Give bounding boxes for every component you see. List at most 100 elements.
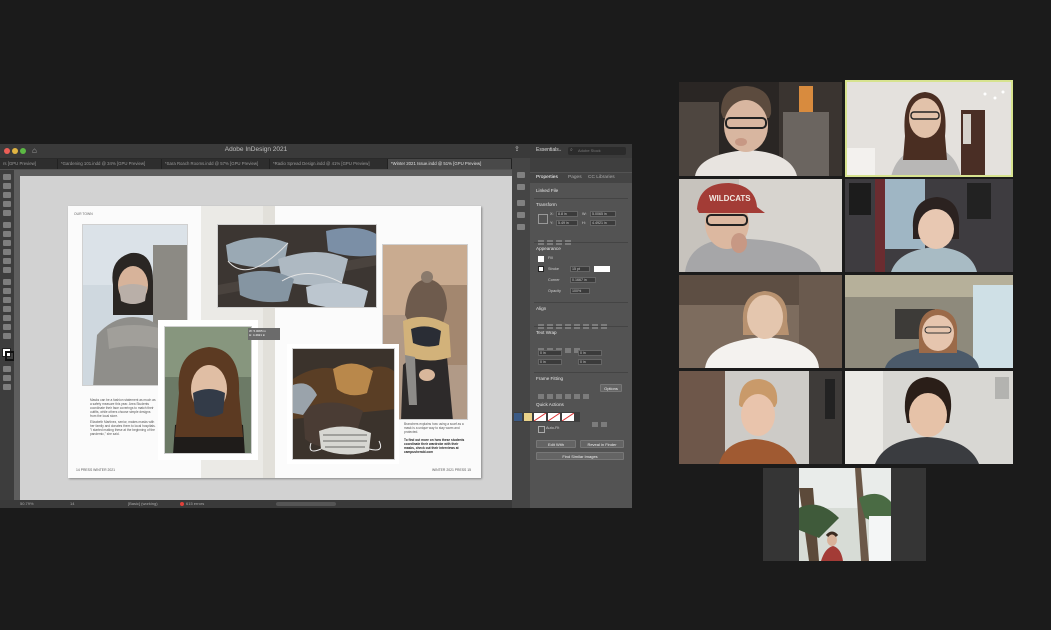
width-field[interactable]: 5.0065 in bbox=[590, 211, 616, 217]
page-number[interactable]: 14 bbox=[70, 500, 74, 508]
preflight-errors[interactable]: 615 errors bbox=[186, 500, 204, 508]
height-field[interactable]: 4.4921 in bbox=[590, 220, 616, 226]
opacity-field[interactable]: 100% bbox=[570, 288, 590, 294]
gradient-tool-icon[interactable] bbox=[3, 297, 11, 303]
pasteboard: OUR TOWN W: 5.0065 in H: 4.4921 in Masks… bbox=[20, 176, 512, 500]
divider bbox=[534, 242, 628, 243]
photo-clothes-and-mask[interactable] bbox=[292, 348, 395, 460]
auto-fit-checkbox[interactable] bbox=[538, 426, 545, 433]
corner-radius-field[interactable]: 0.1667 in bbox=[570, 277, 596, 283]
error-indicator-icon bbox=[180, 502, 184, 506]
stroke-weight-field[interactable]: 15 pt bbox=[570, 266, 590, 272]
transform-heading: Transform bbox=[536, 202, 557, 207]
zoom-level[interactable]: 50.79% bbox=[20, 500, 34, 508]
hand-tool-icon[interactable] bbox=[3, 324, 11, 330]
formatting-affects-container-icon[interactable] bbox=[3, 366, 11, 372]
selection-tool-icon[interactable] bbox=[3, 174, 11, 180]
preflight-profile[interactable]: [Basic] (working) bbox=[128, 500, 158, 508]
rectangle-frame-tool-icon[interactable] bbox=[3, 258, 11, 264]
doc-tab-active[interactable]: *Winter 2021 Issue.indd @ 51% [GPU Previ… bbox=[388, 159, 512, 169]
find-similar-images-button[interactable]: Find Similar Images bbox=[536, 452, 624, 460]
participant-video[interactable] bbox=[679, 82, 842, 176]
page-spread: OUR TOWN W: 5.0065 in H: 4.4921 in Masks… bbox=[68, 206, 481, 478]
transform-readout: W: 5.0065 in H: 4.4921 in bbox=[248, 328, 280, 340]
photo-masks-on-table[interactable] bbox=[217, 224, 377, 308]
tab-properties[interactable]: Properties bbox=[536, 175, 558, 180]
appearance-heading: Appearance bbox=[536, 246, 561, 251]
doc-tab[interactable]: *Gardening 101.indd @ 34% [GPU Preview] bbox=[58, 159, 162, 169]
pen-tool-icon[interactable] bbox=[3, 240, 11, 246]
fill-label: Fill bbox=[548, 256, 553, 260]
apply-color-icon[interactable] bbox=[3, 375, 11, 381]
swatches-icon[interactable] bbox=[517, 212, 525, 218]
participant-video[interactable] bbox=[845, 371, 1013, 464]
fill-swatch[interactable] bbox=[538, 256, 544, 262]
reference-point-icon[interactable] bbox=[538, 214, 548, 224]
photo-girl-dark-mask[interactable] bbox=[164, 326, 252, 454]
participant-video-active-speaker[interactable] bbox=[845, 80, 1013, 177]
stock-search-input[interactable]: Adobe Stock bbox=[568, 147, 626, 155]
links-icon[interactable] bbox=[517, 184, 525, 190]
divider bbox=[534, 372, 628, 373]
body-text-left: Masks can be a fashion statement as much… bbox=[90, 398, 156, 418]
chevron-down-icon[interactable]: ⌄ bbox=[558, 147, 562, 153]
rectangle-tool-icon[interactable] bbox=[3, 267, 11, 273]
zoom-tool-icon[interactable] bbox=[3, 333, 11, 339]
divider bbox=[534, 326, 628, 327]
properties-panel: Properties Pages CC Libraries Linked Fil… bbox=[514, 158, 632, 508]
x-field[interactable]: 8.8 in bbox=[556, 211, 578, 217]
frame-fitting-heading: Frame Fitting bbox=[536, 376, 564, 381]
body-text-left-2: Elizabeth Martinez, senior, makes masks … bbox=[90, 420, 156, 436]
participant-video[interactable] bbox=[845, 179, 1013, 272]
screen-mode-icon[interactable] bbox=[3, 384, 11, 390]
panel-tabs: Properties Pages CC Libraries bbox=[530, 173, 632, 183]
workspace-switcher[interactable]: Essentials bbox=[536, 147, 559, 153]
participant-video[interactable] bbox=[679, 371, 842, 464]
panel-header bbox=[530, 158, 632, 172]
stroke-icon[interactable] bbox=[517, 200, 525, 206]
free-transform-tool-icon[interactable] bbox=[3, 288, 11, 294]
edit-with-button[interactable]: Edit With bbox=[536, 440, 576, 448]
participant-video[interactable] bbox=[845, 275, 1013, 368]
line-tool-icon[interactable] bbox=[3, 231, 11, 237]
panel-icon-strip bbox=[512, 158, 530, 508]
gap-tool-icon[interactable] bbox=[3, 201, 11, 207]
wrap-offset-bottom[interactable]: 0 in bbox=[538, 359, 562, 365]
yellow-swatch[interactable] bbox=[524, 413, 532, 421]
reveal-in-finder-button[interactable]: Reveal in Finder bbox=[580, 440, 624, 448]
direct-selection-tool-icon[interactable] bbox=[3, 183, 11, 189]
doc-tab[interactable]: *Sara Roach Rooms.indd @ 57% [GPU Previe… bbox=[162, 159, 270, 169]
doc-tab[interactable]: rs [GPU Preview] bbox=[0, 159, 58, 169]
swatch-strip bbox=[514, 412, 580, 422]
page-tool-icon[interactable] bbox=[3, 192, 11, 198]
layers-icon[interactable] bbox=[517, 172, 525, 178]
indesign-window: ⌂ Adobe InDesign 2021 ⇪ Essentials ⌄ Ado… bbox=[0, 144, 632, 508]
doc-tab[interactable]: *Radio Spread Design.indd @ 41% [GPU Pre… bbox=[270, 159, 388, 169]
blue-swatch[interactable] bbox=[514, 413, 522, 421]
frame-fitting-options-button[interactable]: Options bbox=[600, 384, 622, 392]
tab-cc-libraries[interactable]: CC Libraries bbox=[588, 175, 615, 180]
scissors-tool-icon[interactable] bbox=[3, 279, 11, 285]
tab-pages[interactable]: Pages bbox=[568, 175, 582, 180]
content-collector-icon[interactable] bbox=[3, 210, 11, 216]
wrap-offset-left[interactable]: 0 in bbox=[578, 359, 602, 365]
participant-video[interactable]: WILDCATS bbox=[679, 179, 842, 272]
quick-action-icons[interactable] bbox=[592, 414, 610, 432]
type-tool-icon[interactable] bbox=[3, 222, 11, 228]
eyedropper-tool-icon[interactable] bbox=[3, 315, 11, 321]
stroke-type-dropdown[interactable] bbox=[594, 266, 610, 272]
horizontal-scrollbar[interactable] bbox=[276, 502, 336, 506]
wrap-offset-top[interactable]: 0 in bbox=[538, 350, 562, 356]
stroke-swatch[interactable] bbox=[538, 266, 544, 272]
cc-libraries-icon[interactable] bbox=[517, 224, 525, 230]
section-header: OUR TOWN bbox=[74, 212, 93, 216]
participant-video[interactable] bbox=[763, 468, 926, 561]
share-icon[interactable]: ⇪ bbox=[514, 145, 520, 153]
pencil-tool-icon[interactable] bbox=[3, 249, 11, 255]
stroke-label: Stroke bbox=[548, 267, 559, 271]
wrap-offset-right[interactable]: 0 in bbox=[578, 350, 602, 356]
search-icon: ⌕ bbox=[570, 147, 573, 153]
note-tool-icon[interactable] bbox=[3, 306, 11, 312]
y-field[interactable]: 5.49 in bbox=[556, 220, 578, 226]
participant-video[interactable] bbox=[679, 275, 842, 368]
